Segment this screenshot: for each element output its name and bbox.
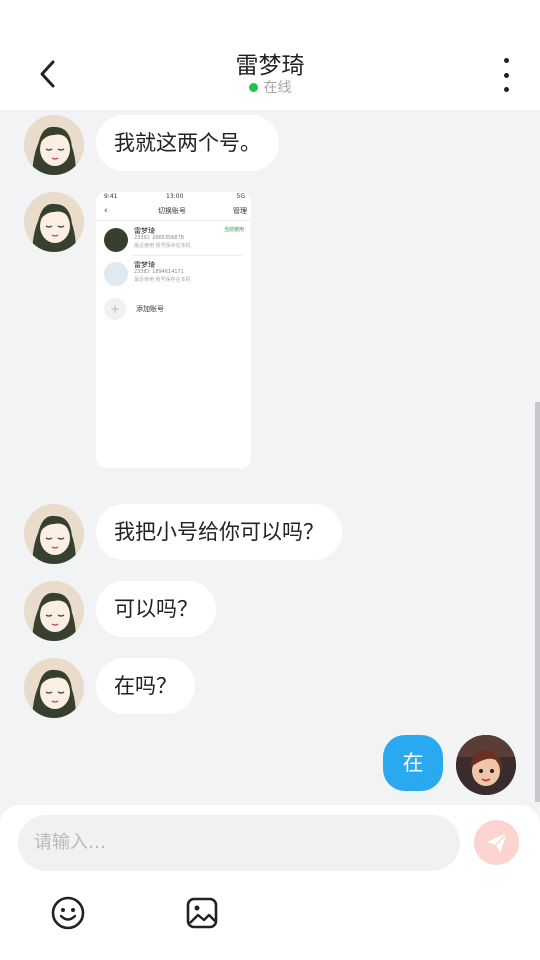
screenshot-status-right: 5G (236, 193, 245, 200)
image-button[interactable] (182, 893, 222, 933)
girl-avatar-icon (24, 504, 84, 564)
more-vertical-icon-dot (503, 58, 509, 63)
emoji-icon (51, 896, 85, 930)
screenshot-add-label: 添加账号 (136, 305, 164, 313)
screenshot-divider (96, 220, 251, 221)
image-message[interactable]: 9:41 13:00 5G ‹ 切换账号 管理 雷梦琦 233ID: 26653… (96, 192, 251, 468)
image-icon (186, 897, 218, 929)
screenshot-back-icon: ‹ (104, 206, 108, 216)
screenshot-add-account: + 添加账号 (104, 298, 244, 322)
contact-avatar[interactable] (24, 192, 84, 252)
input-panel: 请输入… (0, 805, 540, 960)
screenshot-account-id: 233ID: 1894614171 (134, 269, 184, 275)
girl-avatar-icon (24, 658, 84, 718)
message-bubble[interactable]: 可以吗？ (96, 581, 216, 637)
screenshot-manage: 管理 (233, 207, 247, 215)
message-list[interactable]: 我就这两个号。 9:41 13:00 5G ‹ 切换账号 管理 雷梦琦 233I… (0, 110, 540, 805)
screenshot-status-left: 9:41 (104, 193, 118, 200)
send-button[interactable] (474, 820, 519, 865)
screenshot-divider (132, 255, 243, 256)
message-bubble[interactable]: 我就这两个号。 (96, 115, 279, 171)
contact-avatar[interactable] (24, 581, 84, 641)
screenshot-account-row: 雷梦琦 233ID: 2665356878 最近使用 账号保存在本机 当前使用 (104, 226, 244, 256)
screenshot-avatar (104, 262, 128, 286)
message-bubble[interactable]: 我把小号给你可以吗？ (96, 504, 342, 560)
plus-icon: + (104, 298, 126, 320)
online-status: 在线 (0, 77, 540, 97)
screenshot-account-row: 雷梦琦 233ID: 1894614171 最近使用 账号保存在本机 (104, 260, 244, 290)
girl-avatar-icon (24, 581, 84, 641)
more-vertical-icon-dot (503, 87, 509, 92)
screenshot-account-note: 最近使用 账号保存在本机 (134, 243, 191, 249)
screenshot-avatar (104, 228, 128, 252)
girl-avatar-icon (24, 192, 84, 252)
contact-avatar[interactable] (24, 504, 84, 564)
user-avatar-icon (456, 735, 516, 795)
screenshot-account-tag: 当前使用 (223, 227, 244, 233)
chat-header: 雷梦琦 在线 (0, 0, 540, 110)
emoji-button[interactable] (48, 893, 88, 933)
message-input[interactable]: 请输入… (18, 815, 460, 871)
girl-avatar-icon (24, 115, 84, 175)
message-bubble[interactable]: 在吗？ (96, 658, 195, 714)
contact-name: 雷梦琦 (235, 53, 305, 79)
screenshot-status-time: 13:00 (166, 193, 184, 200)
screenshot-account-note: 最近使用 账号保存在本机 (134, 277, 191, 283)
my-message-bubble[interactable]: 在 (383, 735, 443, 791)
my-avatar[interactable] (456, 735, 516, 795)
scrollbar[interactable] (535, 402, 540, 802)
more-options-button[interactable] (496, 58, 516, 92)
more-vertical-icon-dot (503, 72, 509, 78)
online-dot-icon (248, 82, 258, 92)
online-status-text: 在线 (263, 80, 292, 96)
contact-avatar[interactable] (24, 115, 84, 175)
contact-avatar[interactable] (24, 658, 84, 718)
screenshot-account-id: 233ID: 2665356878 (134, 235, 184, 241)
screenshot-title: 切换账号 (158, 207, 186, 215)
send-icon (486, 831, 508, 853)
